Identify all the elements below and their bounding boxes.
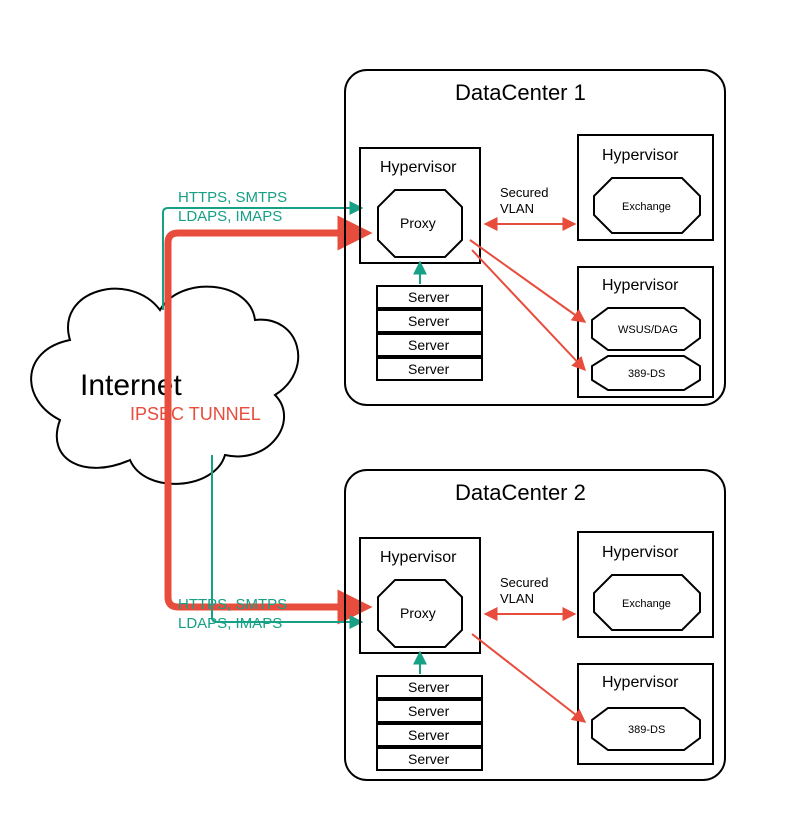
dc2-exchange-label: Exchange — [622, 598, 671, 610]
dc1-server-4: Server — [408, 361, 450, 377]
datacenter-2: DataCenter 2 Hypervisor Proxy Server Ser… — [345, 470, 725, 780]
dc2-title: DataCenter 2 — [455, 480, 586, 505]
dc2-server-3: Server — [408, 727, 450, 743]
dc1-secured-vlan-line2: VLAN — [500, 201, 534, 216]
dc2-proxy-label: Proxy — [400, 605, 436, 621]
dc2-secured-vlan-line1: Secured — [500, 575, 548, 590]
dc2-hv-389ds-label: Hypervisor — [602, 674, 679, 691]
dc1-hv-exchange-label: Hypervisor — [602, 147, 679, 164]
dc1-server-1: Server — [408, 289, 450, 305]
dc2-secured-vlan-line2: VLAN — [500, 591, 534, 606]
dc1-hypervisor-exchange: Hypervisor Exchange — [578, 135, 713, 240]
dc1-hv-wsus-label: Hypervisor — [602, 277, 679, 294]
dc1-server-3: Server — [408, 337, 450, 353]
dc2-389ds-label: 389-DS — [628, 724, 665, 736]
dc1-hypervisor-wsus: Hypervisor WSUS/DAG 389-DS — [578, 267, 713, 397]
dc1-secured-vlan-line1: Secured — [500, 185, 548, 200]
dc2-hv-exchange-label: Hypervisor — [602, 544, 679, 561]
datacenter-1: DataCenter 1 Hypervisor Proxy Server Ser… — [345, 70, 725, 405]
protocols-dc1-line2: LDAPS, IMAPS — [178, 208, 282, 225]
dc2-vlan-arrow-to-389ds — [472, 634, 585, 722]
dc2-hypervisor-exchange: Hypervisor Exchange — [578, 532, 713, 637]
dc1-exchange-label: Exchange — [622, 201, 671, 213]
dc1-servers: Server Server Server Server — [377, 286, 482, 380]
dc1-hypervisor-proxy: Hypervisor Proxy — [360, 148, 480, 263]
dc1-hv-proxy-label: Hypervisor — [380, 159, 457, 176]
dc1-389ds-label: 389-DS — [628, 368, 665, 380]
dc1-proxy-label: Proxy — [400, 215, 436, 231]
ipsec-tunnel-line-dc1 — [168, 233, 362, 395]
dc2-servers: Server Server Server Server — [377, 676, 482, 770]
protocols-dc1-line1: HTTPS, SMTPS — [178, 189, 287, 206]
dc1-title: DataCenter 1 — [455, 80, 586, 105]
dc2-hypervisor-389ds: Hypervisor 389-DS — [578, 664, 713, 764]
dc1-wsusdag-label: WSUS/DAG — [618, 324, 678, 336]
dc2-server-1: Server — [408, 679, 450, 695]
protocols-dc2-line2: LDAPS, IMAPS — [178, 615, 282, 632]
dc2-hv-proxy-label: Hypervisor — [380, 549, 457, 566]
protocols-dc1: HTTPS, SMTPS LDAPS, IMAPS — [163, 189, 362, 310]
ipsec-tunnel-line-dc2 — [168, 395, 362, 607]
dc1-server-2: Server — [408, 313, 450, 329]
dc2-server-2: Server — [408, 703, 450, 719]
protocols-dc2-line1: HTTPS, SMTPS — [178, 596, 287, 613]
dc2-server-4: Server — [408, 751, 450, 767]
dc2-hypervisor-proxy: Hypervisor Proxy — [360, 538, 480, 653]
ipsec-tunnel-label: IPSEC TUNNEL — [130, 404, 261, 424]
